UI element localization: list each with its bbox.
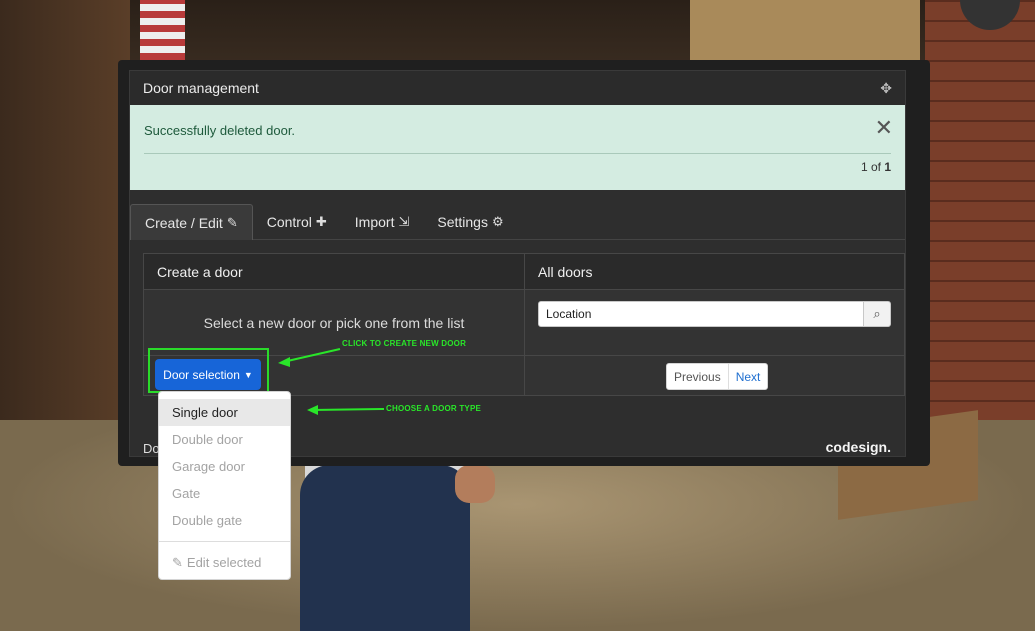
tab-label: Import (354, 214, 395, 230)
alert-pager: 1 of 1 (861, 160, 891, 174)
cork-board (690, 0, 920, 60)
character (300, 465, 470, 631)
previous-button[interactable]: Previous (667, 364, 729, 389)
alert-message: Successfully deleted door. (144, 123, 296, 138)
annotation-choose: CHOOSE A DOOR TYPE (386, 404, 482, 413)
create-door-body: Select a new door or pick one from the l… (144, 290, 524, 356)
import-icon: ⇲ (398, 214, 410, 229)
all-doors-body: Location ⌕ (525, 290, 904, 356)
wall-left (0, 0, 130, 420)
dropdown-item-single-door[interactable]: Single door (159, 399, 290, 426)
create-door-title: Create a door (144, 254, 524, 290)
tab-create-edit[interactable]: Create / Edit ✎ (130, 204, 253, 240)
edit-icon: ✎ (172, 554, 183, 570)
all-doors-title: All doors (525, 254, 904, 290)
edit-selected-label: Edit selected (186, 555, 262, 570)
gear-icon: ⚙ (491, 214, 504, 229)
tab-control[interactable]: Control ✚ (253, 204, 341, 240)
all-doors-footer: Previous Next (525, 356, 904, 395)
caret-down-icon: ▼ (243, 369, 253, 380)
alert-pager-prefix: 1 of (860, 160, 881, 174)
create-door-hint: Select a new door or pick one from the l… (203, 315, 465, 331)
tab-bar: Create / Edit ✎ Control ✚ Import ⇲ Setti… (130, 204, 905, 240)
door-selection-label: Door selection (163, 367, 240, 382)
dropdown-item-double-door[interactable]: Double door (159, 426, 290, 453)
tab-label: Control (266, 214, 312, 230)
pagination: Previous Next (666, 363, 769, 390)
dropdown-item-edit-selected[interactable]: ✎ Edit selected (159, 549, 290, 576)
dropdown-divider (159, 541, 290, 542)
tab-label: Create / Edit (145, 214, 223, 231)
character-hand (455, 465, 495, 503)
search-icon[interactable]: ⌕ (864, 301, 891, 327)
window-title: Door management (143, 80, 259, 96)
door-type-dropdown: Single door Double door Garage door Gate… (158, 391, 291, 580)
location-input[interactable]: Location (538, 301, 864, 327)
dropdown-item-garage-door[interactable]: Garage door (159, 453, 290, 480)
next-button[interactable]: Next (729, 364, 768, 389)
tab-label: Settings (437, 214, 488, 230)
gamepad-icon: ✚ (315, 214, 327, 229)
tab-settings[interactable]: Settings ⚙ (423, 204, 517, 240)
close-icon[interactable]: ✕ (875, 117, 893, 139)
door-selection-button[interactable]: Door selection ▼ (155, 359, 261, 390)
tab-import[interactable]: Import ⇲ (341, 204, 424, 240)
window-titlebar[interactable]: Door management ✥ (130, 71, 905, 105)
annotation-create: CLICK TO CREATE NEW DOOR (342, 339, 467, 348)
all-doors-card: All doors Location ⌕ Previous Next (524, 253, 905, 396)
move-icon[interactable]: ✥ (880, 80, 892, 97)
dropdown-item-gate[interactable]: Gate (159, 480, 290, 507)
success-alert: Successfully deleted door. ✕ 1 of 1 (130, 105, 905, 190)
flag (140, 0, 185, 60)
codesign-logo: codesign. (825, 439, 891, 455)
dropdown-item-double-gate[interactable]: Double gate (159, 507, 290, 534)
alert-divider (144, 153, 891, 154)
alert-pager-total: 1 (884, 160, 891, 174)
edit-icon: ✎ (226, 214, 238, 230)
location-search: Location ⌕ (538, 301, 891, 327)
